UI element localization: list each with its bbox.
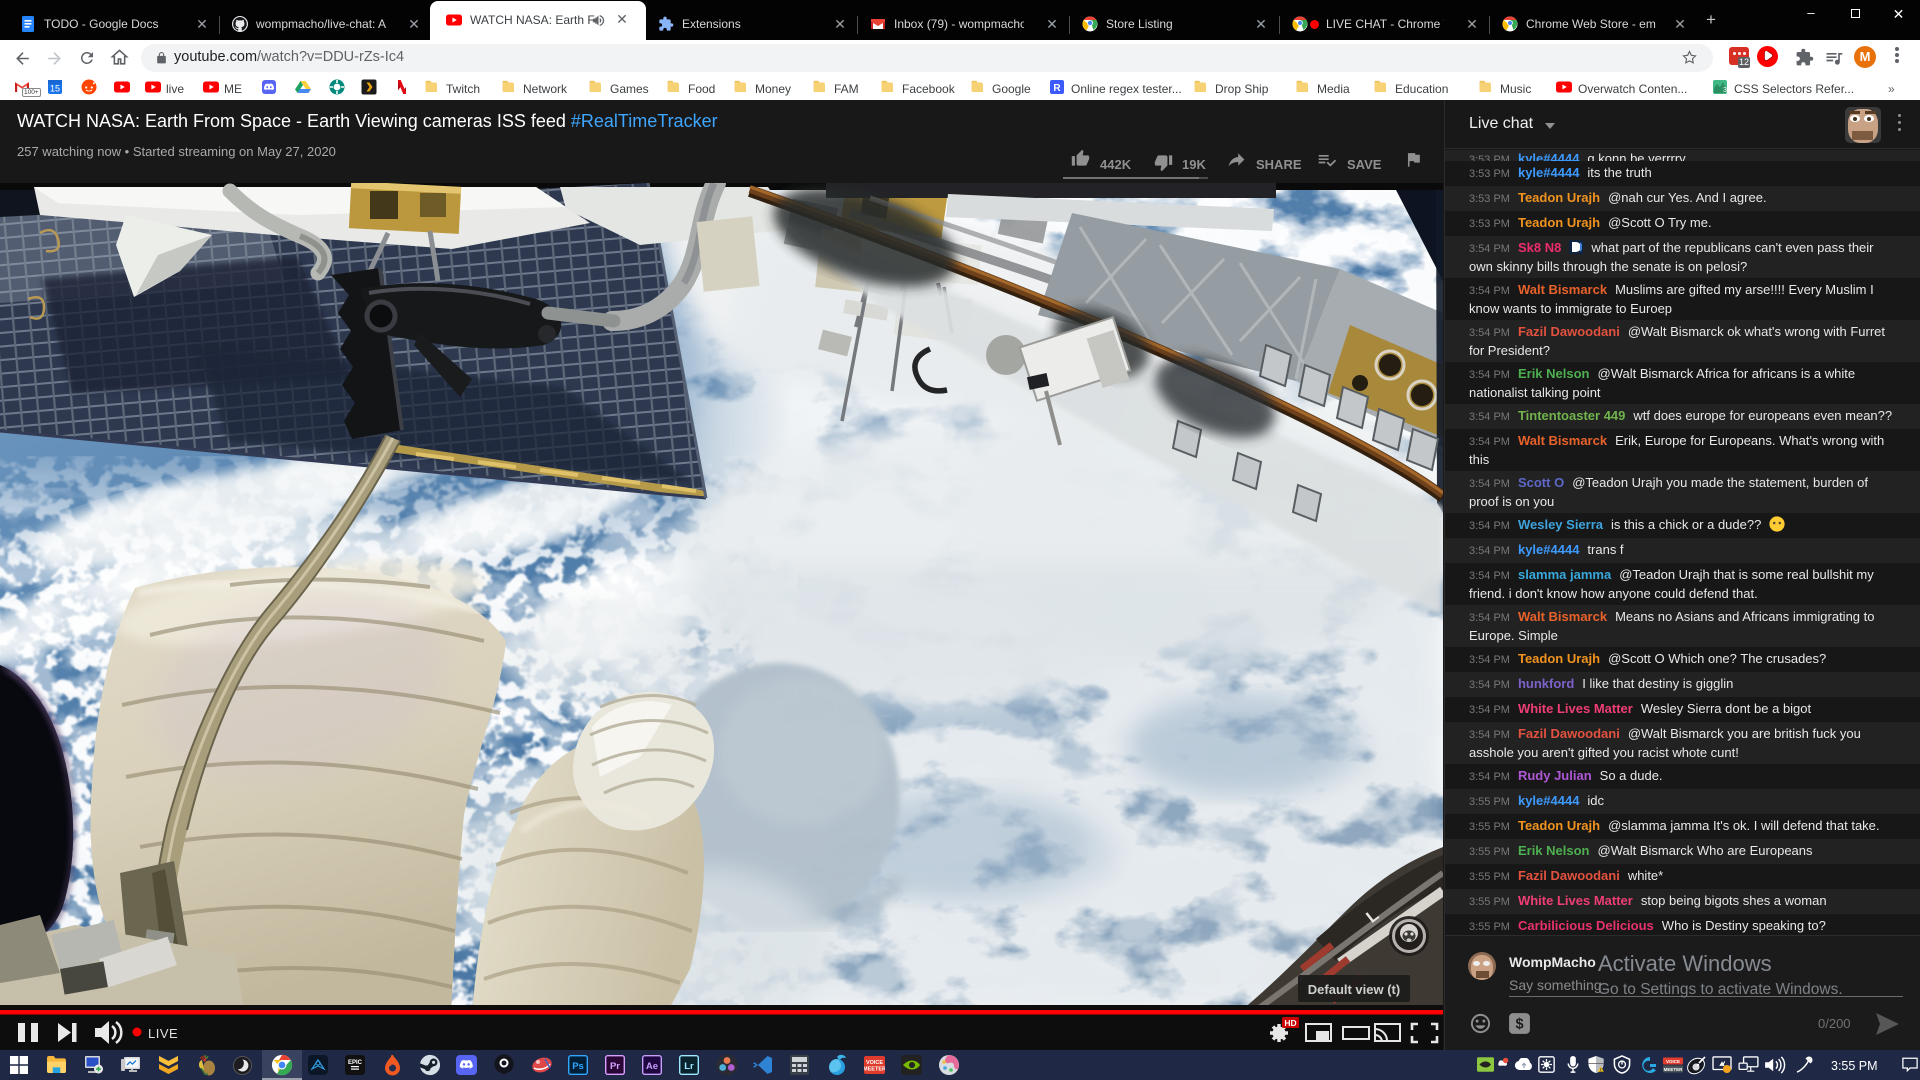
svg-text:VOICE: VOICE <box>1666 1059 1680 1064</box>
svg-text:LIVE: LIVE <box>148 1026 178 1041</box>
svg-text:Pr: Pr <box>610 1061 620 1072</box>
svg-text:MEETER: MEETER <box>864 1067 885 1073</box>
svg-text:MEETER: MEETER <box>1664 1067 1683 1072</box>
svg-text:VOICE: VOICE <box>866 1060 883 1066</box>
svg-text:Default view (t): Default view (t) <box>1308 982 1400 997</box>
svg-text:Ae: Ae <box>646 1061 658 1072</box>
svg-text:15: 15 <box>50 84 60 94</box>
svg-text:EPIC: EPIC <box>348 1060 363 1066</box>
svg-text:HD: HD <box>1284 1018 1296 1028</box>
svg-text:$: $ <box>1515 1017 1523 1033</box>
svg-text:R: R <box>1053 83 1061 94</box>
svg-text:3: 3 <box>1723 87 1727 94</box>
svg-text:Ps: Ps <box>572 1061 584 1072</box>
svg-text:Lr: Lr <box>684 1061 694 1072</box>
